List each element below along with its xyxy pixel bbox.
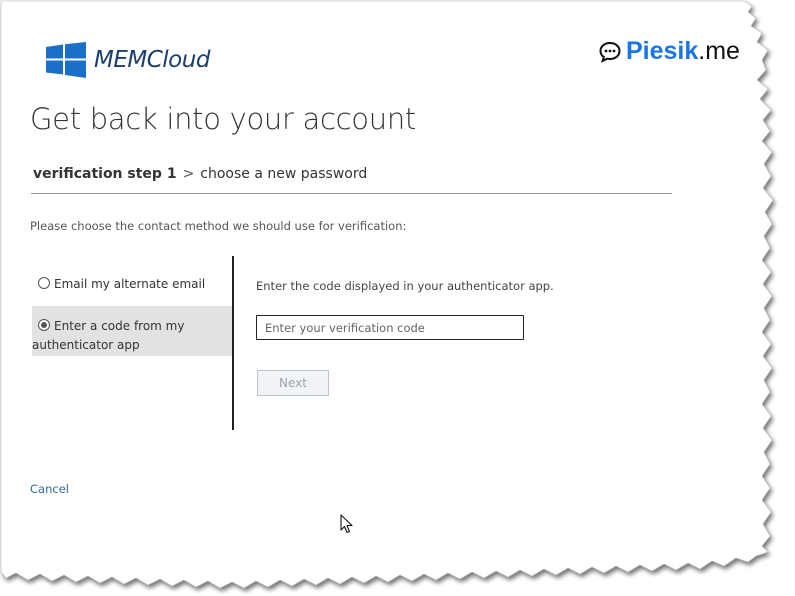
step-breadcrumb: verification step 1 > choose a new passwor… — [33, 166, 367, 182]
logo-text: MEMCloud — [94, 47, 210, 73]
step-separator: > — [182, 166, 195, 182]
chat-bubble-icon — [599, 41, 621, 63]
piesik-brand: Piesik .me — [598, 37, 740, 66]
steps-divider — [31, 193, 672, 194]
radio-button-authenticator[interactable] — [38, 319, 50, 331]
next-step: choose a new password — [200, 166, 368, 182]
next-button[interactable]: Next — [257, 370, 329, 396]
method-option-authenticator[interactable]: Enter a code from my authenticator app — [32, 306, 232, 356]
brand-suffix: .me — [698, 37, 740, 65]
mouse-pointer-icon — [340, 514, 353, 534]
current-step: verification step 1 — [33, 166, 177, 182]
vertical-divider — [232, 256, 234, 430]
contact-method-prompt: Please choose the contact method we shou… — [30, 219, 407, 233]
radio-button-email[interactable] — [38, 277, 50, 289]
windows-logo-icon — [46, 42, 86, 78]
method-email-label: Email my alternate email — [54, 277, 206, 291]
method-option-email[interactable]: Email my alternate email — [32, 273, 232, 301]
method-authenticator-label-line2: authenticator app — [32, 338, 140, 352]
verification-code-input[interactable] — [256, 315, 524, 340]
brand-name: Piesik — [626, 37, 699, 65]
code-instruction: Enter the code displayed in your authent… — [256, 279, 554, 293]
memcloud-logo: MEMCloud — [46, 42, 210, 78]
page-title: Get back into your account — [30, 102, 416, 136]
cancel-link[interactable]: Cancel — [30, 482, 69, 496]
method-authenticator-label-line1: Enter a code from my — [54, 319, 185, 333]
